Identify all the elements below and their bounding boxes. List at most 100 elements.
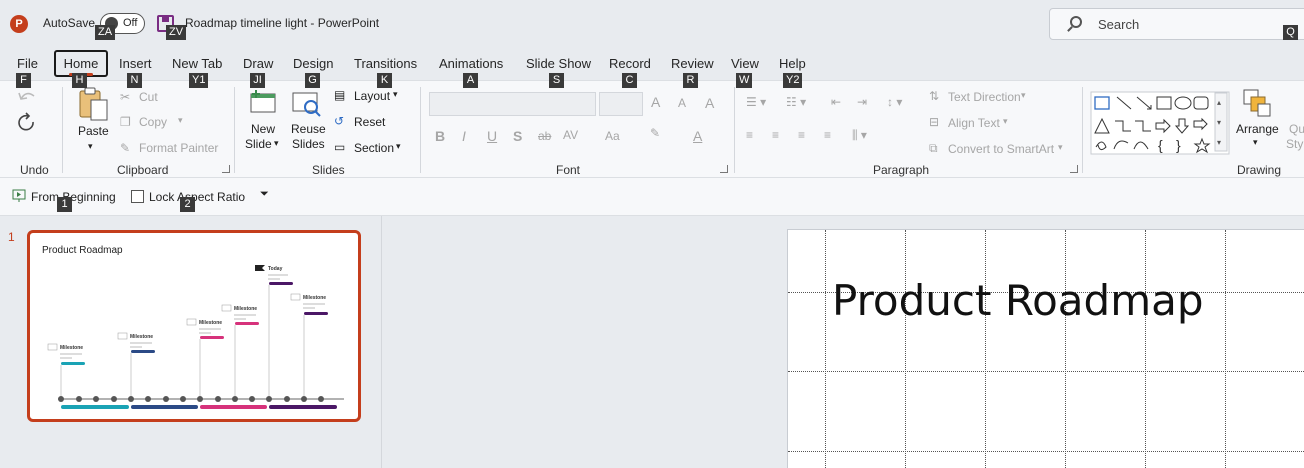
convert-smartart-button[interactable]: Convert to SmartArt — [948, 142, 1054, 156]
tab-help[interactable]: Help — [779, 56, 806, 71]
tab-record[interactable]: Record — [609, 56, 651, 71]
quick-access-toolbar: From Beginning Lock Aspect Ratio ⏷ — [0, 178, 1304, 216]
layout-icon: ▤ — [334, 88, 346, 102]
font-color-button[interactable]: A — [693, 128, 702, 144]
chevron-down-icon[interactable]: ▾ — [274, 138, 279, 149]
keytip-record: C — [622, 73, 637, 88]
chevron-down-icon[interactable]: ▾ — [178, 115, 183, 126]
new-slide-label-2[interactable]: Slide — [245, 137, 272, 151]
font-name-dropdown[interactable] — [429, 92, 596, 116]
new-slide-icon[interactable] — [248, 88, 278, 118]
strikethrough-button[interactable]: ab — [538, 129, 551, 143]
character-spacing-button[interactable]: AV — [563, 128, 578, 142]
paste-button[interactable]: Paste — [78, 124, 109, 138]
tab-design[interactable]: Design — [293, 56, 333, 71]
autosave-label: AutoSave — [43, 16, 96, 30]
font-size-dropdown[interactable] — [599, 92, 643, 116]
tab-insert[interactable]: Insert — [119, 56, 152, 71]
tab-file[interactable]: File — [17, 56, 38, 71]
shapes-gallery[interactable]: { } ▴ ▾ ▾ — [1090, 91, 1230, 155]
clear-format-icon[interactable]: A — [705, 95, 714, 111]
paragraph-launcher-icon[interactable] — [1070, 165, 1078, 173]
bold-button[interactable]: B — [435, 128, 445, 144]
align-text-button[interactable]: Align Text — [948, 116, 1000, 130]
chevron-down-icon[interactable]: ▾ — [1003, 116, 1008, 127]
font-launcher-icon[interactable] — [720, 165, 728, 173]
customize-toolbar-icon[interactable]: ⏷ — [260, 188, 269, 201]
quick-styles-label[interactable]: Qu — [1289, 122, 1304, 136]
today-label: Today — [268, 266, 283, 272]
redo-icon[interactable] — [16, 112, 38, 134]
new-slide-label[interactable]: New — [251, 122, 275, 136]
numbering-icon[interactable]: ☷ ▾ — [786, 95, 806, 109]
tab-new-tab[interactable]: New Tab — [172, 56, 222, 71]
undo-icon[interactable] — [16, 87, 38, 105]
group-divider — [234, 87, 235, 173]
justify-icon[interactable]: ≡ — [824, 128, 831, 142]
chevron-down-icon[interactable]: ▾ — [88, 141, 93, 152]
keytip-transitions: K — [377, 73, 392, 88]
search-box[interactable]: Search — [1049, 8, 1304, 40]
copy-button[interactable]: Copy — [139, 115, 167, 129]
tab-draw[interactable]: Draw — [243, 56, 273, 71]
slideshow-icon — [12, 189, 26, 202]
layout-button[interactable]: Layout — [354, 89, 390, 103]
lock-aspect-checkbox[interactable] — [131, 190, 144, 203]
shrink-font-icon[interactable]: A — [678, 96, 686, 110]
keytip-from-beginning: 1 — [57, 197, 72, 212]
chevron-down-icon[interactable]: ▾ — [396, 141, 401, 152]
slide-thumbnail[interactable]: Product Roadmap Milestone Milestone Mile… — [27, 230, 361, 422]
bullets-icon[interactable]: ☰ ▾ — [746, 95, 766, 109]
reuse-slides-label-2[interactable]: Slides — [292, 137, 325, 151]
columns-icon[interactable]: ⫼ ▾ — [852, 128, 867, 143]
slide[interactable]: Product Roadmap — [787, 229, 1304, 468]
clipboard-launcher-icon[interactable] — [222, 165, 230, 173]
from-beginning-button[interactable]: From Beginning — [31, 190, 116, 204]
tab-animations[interactable]: Animations — [439, 56, 503, 71]
paste-icon[interactable] — [77, 86, 109, 122]
arrange-button[interactable]: Arrange — [1236, 122, 1279, 136]
tab-slide-show[interactable]: Slide Show — [526, 56, 591, 71]
chevron-down-icon[interactable]: ▾ — [393, 89, 398, 100]
keytip-home: H — [72, 73, 87, 88]
chevron-down-icon[interactable]: ▾ — [1058, 142, 1063, 153]
group-divider — [734, 87, 735, 173]
search-placeholder: Search — [1098, 17, 1140, 32]
tab-review[interactable]: Review — [671, 56, 714, 71]
highlight-icon[interactable]: ✎ — [650, 126, 660, 140]
svg-text:▾: ▾ — [1217, 138, 1221, 147]
keytip-animations: A — [463, 73, 478, 88]
section-button[interactable]: Section — [354, 141, 394, 155]
line-spacing-icon[interactable]: ↕ ▾ — [887, 95, 902, 109]
decrease-indent-icon[interactable]: ⇤ — [831, 95, 841, 109]
slide-title[interactable]: Product Roadmap — [832, 276, 1204, 325]
change-case-button[interactable]: Aa — [605, 129, 620, 143]
chevron-down-icon[interactable]: ▾ — [1253, 137, 1258, 148]
reuse-slides-label[interactable]: Reuse — [291, 122, 326, 136]
tab-view[interactable]: View — [731, 56, 759, 71]
shadow-button[interactable]: S — [513, 128, 522, 144]
milestone-label: Milestone — [199, 320, 222, 326]
smartart-icon: ⧉ — [929, 141, 938, 155]
italic-button[interactable]: I — [462, 128, 466, 144]
reset-button[interactable]: Reset — [354, 115, 385, 129]
align-right-icon[interactable]: ≡ — [798, 128, 805, 142]
gridline — [788, 371, 1304, 372]
keytip-file: F — [16, 73, 31, 88]
brush-icon: ✎ — [120, 141, 131, 155]
arrange-icon[interactable] — [1241, 87, 1273, 119]
text-direction-button[interactable]: Text Direction — [948, 90, 1021, 104]
tab-transitions[interactable]: Transitions — [354, 56, 417, 71]
align-left-icon[interactable]: ≡ — [746, 128, 753, 142]
align-center-icon[interactable]: ≡ — [772, 128, 779, 142]
reuse-slides-icon[interactable] — [291, 89, 323, 119]
grow-font-icon[interactable]: A — [651, 94, 660, 110]
keytip-help: Y2 — [783, 73, 803, 88]
underline-button[interactable]: U — [487, 128, 497, 144]
chevron-down-icon[interactable]: ▾ — [1021, 90, 1026, 101]
group-label-slides: Slides — [312, 163, 345, 177]
increase-indent-icon[interactable]: ⇥ — [857, 95, 867, 109]
cut-button[interactable]: Cut — [139, 90, 158, 104]
quick-styles-label-2[interactable]: Styl — [1286, 137, 1304, 151]
format-painter-button[interactable]: Format Painter — [139, 141, 218, 155]
